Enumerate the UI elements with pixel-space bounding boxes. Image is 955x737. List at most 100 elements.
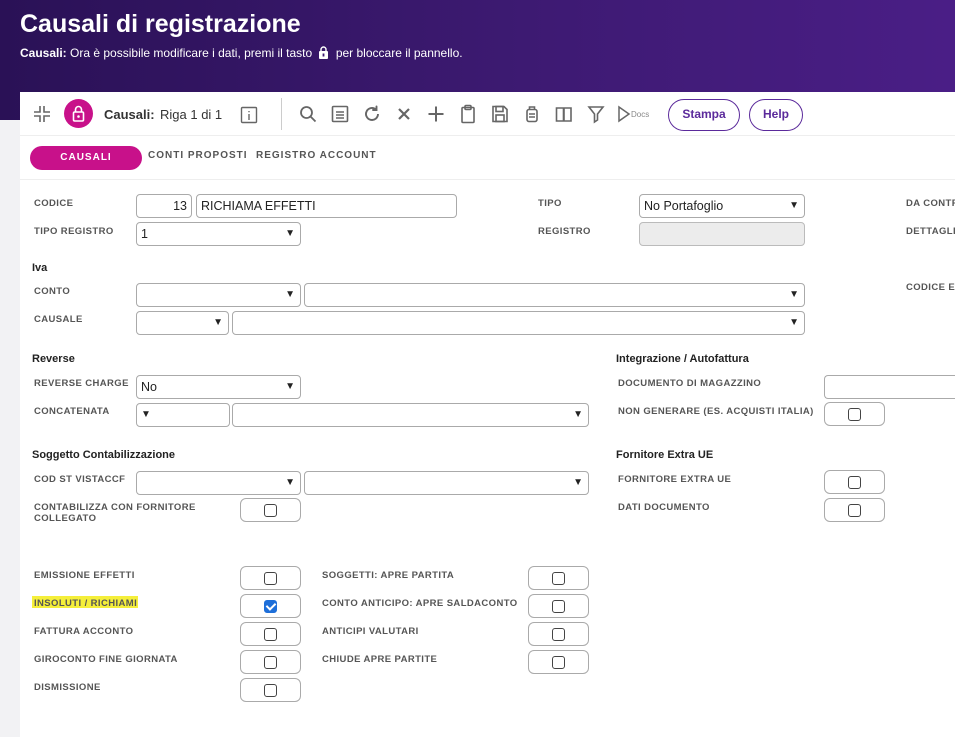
fattura-acconto-checkbox-wrap [240,622,301,646]
fornitore-extra-label: FORNITORE EXTRA UE [618,474,732,485]
fattura-acconto-label: FATTURA ACCONTO [34,626,134,637]
conto-anticipo-checkbox[interactable] [552,600,565,613]
conto-anticipo-checkbox-wrap [528,594,589,618]
reverse-charge-label: REVERSE CHARGE [34,378,129,389]
cod-st-description-select[interactable]: ▼ [304,471,589,495]
chevron-down-icon: ▼ [285,228,295,239]
emissione-effetti-checkbox-wrap [240,566,301,590]
save-icon[interactable] [489,103,511,125]
documento-magazzino-input[interactable] [824,375,955,399]
lock-button[interactable] [64,99,93,128]
emissione-effetti-label: EMISSIONE EFFETTI [34,570,135,581]
docs-icon[interactable]: Docs [616,103,656,125]
registro-label: REGISTRO [538,226,591,237]
toolbar-separator [281,98,282,130]
causale-description-select[interactable]: ▼ [232,311,805,335]
anticipi-valutari-checkbox-wrap [528,622,589,646]
refresh-icon[interactable] [361,103,383,125]
anticipi-valutari-checkbox[interactable] [552,628,565,641]
chevron-down-icon: ▼ [213,317,223,328]
soggetti-apre-checkbox-wrap [528,566,589,590]
book-icon[interactable] [553,103,575,125]
delete-icon[interactable] [393,103,415,125]
soggetto-section-title: Soggetto Contabilizzazione [32,449,175,461]
chevron-down-icon: ▼ [285,289,295,300]
conto-select[interactable]: ▼ [136,283,301,307]
causale-label: CAUSALE [34,314,83,325]
filter-icon[interactable] [585,103,607,125]
emissione-effetti-checkbox[interactable] [264,572,277,585]
contabilizza-checkbox[interactable] [264,504,277,517]
search-icon[interactable] [297,103,319,125]
codice-description-input[interactable]: RICHIAMA EFFETTI [196,194,457,218]
bag-icon[interactable] [521,103,543,125]
contabilizza-label-line2: COLLEGATO [34,513,97,524]
chiude-apre-checkbox-wrap [528,650,589,674]
concatenata-select[interactable]: ▼ [136,403,230,427]
insoluti-checkbox[interactable] [264,600,277,613]
conto-anticipo-label: CONTO ANTICIPO: APRE SALDACONTO [322,598,518,609]
toolbar-entity: Causali: [104,107,155,122]
codice-input[interactable]: 13 [136,194,192,218]
contabilizza-checkbox-wrap [240,498,301,522]
lock-icon [318,46,329,62]
page-subtitle: Causali: Ora è possibile modificare i da… [20,46,463,62]
anticipi-valutari-label: ANTICIPI VALUTARI [322,626,419,637]
dismissione-checkbox-wrap [240,678,301,702]
da-contr-label: DA CONTR [906,198,955,209]
tab-bar: CAUSALI CONTI PROPOSTI REGISTRO ACCOUNT [20,144,955,180]
cod-st-select[interactable]: ▼ [136,471,301,495]
chevron-down-icon: ▼ [789,317,799,328]
reverse-charge-select[interactable]: No ▼ [136,375,301,399]
non-generare-checkbox-wrap [824,402,885,426]
fattura-acconto-checkbox[interactable] [264,628,277,641]
conto-description-select[interactable]: ▼ [304,283,805,307]
reverse-section-title: Reverse [32,353,75,365]
subtitle-entity: Causali: [20,46,67,60]
codice-label: CODICE [34,198,74,209]
dettagli-label: DETTAGLI [906,226,955,237]
main-panel: Causali: Riga 1 di 1 Docs Stampa Help CA… [20,92,955,737]
insoluti-checkbox-wrap [240,594,301,618]
tipo-registro-label: TIPO REGISTRO [34,226,114,237]
tab-conti-proposti[interactable]: CONTI PROPOSTI [148,150,248,161]
subtitle-text-pre: Ora è possibile modificare i dati, premi… [70,46,313,60]
list-icon[interactable] [329,103,351,125]
conto-label: CONTO [34,286,71,297]
iva-section-title: Iva [32,262,48,274]
documento-magazzino-label: DOCUMENTO DI MAGAZZINO [618,378,762,389]
tipo-registro-select[interactable]: 1 ▼ [136,222,301,246]
dati-documento-checkbox[interactable] [848,504,861,517]
tab-causali[interactable]: CAUSALI [30,146,142,170]
non-generare-checkbox[interactable] [848,408,861,421]
causale-select[interactable]: ▼ [136,311,229,335]
codice-ex-label: CODICE EX [906,282,955,293]
dati-documento-checkbox-wrap [824,498,885,522]
chiude-apre-label: CHIUDE APRE PARTITE [322,654,438,665]
info-icon[interactable] [239,105,261,127]
tipo-label: TIPO [538,198,562,209]
soggetti-apre-checkbox[interactable] [552,572,565,585]
concatenata-description-select[interactable]: ▼ [232,403,589,427]
chiude-apre-checkbox[interactable] [552,656,565,669]
chevron-down-icon: ▼ [789,289,799,300]
soggetti-apre-label: SOGGETTI: APRE PARTITA [322,570,455,581]
insoluti-label: INSOLUTI / RICHIAMI [34,598,138,609]
tipo-value: No Portafoglio [644,199,724,213]
collapse-icon[interactable] [31,103,53,125]
tipo-select[interactable]: No Portafoglio ▼ [639,194,805,218]
tab-registro-account[interactable]: REGISTRO ACCOUNT [256,150,377,161]
giroconto-checkbox[interactable] [264,656,277,669]
clipboard-icon[interactable] [457,103,479,125]
add-icon[interactable] [425,103,447,125]
stampa-button[interactable]: Stampa [668,99,740,131]
registro-input [639,222,805,246]
non-generare-label: NON GENERARE (ES. ACQUISTI ITALIA) [618,406,814,417]
integrazione-section-title: Integrazione / Autofattura [616,353,749,365]
help-button[interactable]: Help [749,99,803,131]
reverse-charge-value: No [141,380,157,394]
cod-st-label: COD ST VISTACCF [34,474,126,485]
fornitore-extra-checkbox[interactable] [848,476,861,489]
contabilizza-label-line1: CONTABILIZZA CON FORNITORE [34,502,196,513]
dismissione-checkbox[interactable] [264,684,277,697]
